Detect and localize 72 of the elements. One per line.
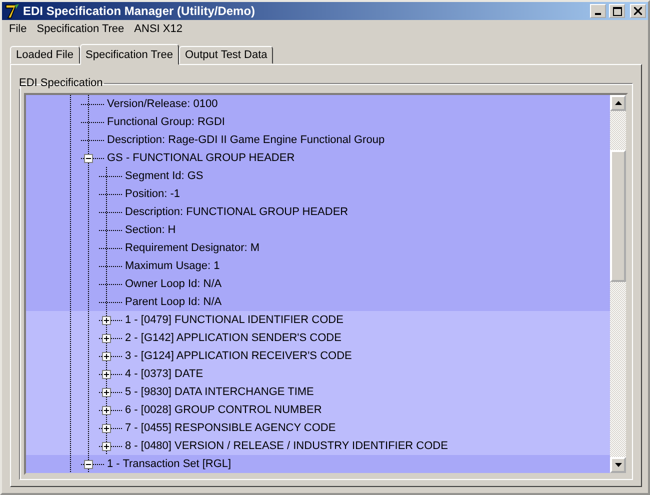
tree-item-label: Maximum Usage: 1 — [125, 260, 220, 272]
tree-item-label: 3 - [G124] APPLICATION RECEIVER'S CODE — [125, 350, 352, 362]
expand-icon[interactable] — [102, 442, 111, 451]
tree-item-label: Owner Loop Id: N/A — [125, 278, 222, 290]
up-arrow-icon — [614, 101, 622, 105]
tree-row[interactable]: GS - FUNCTIONAL GROUP HEADER — [26, 149, 610, 167]
tree-item-label: 4 - [0373] DATE — [125, 368, 204, 380]
tree-row[interactable]: Version/Release: 0100 — [26, 95, 610, 113]
tree-row[interactable]: Owner Loop Id: N/A — [26, 275, 610, 293]
scroll-down-button[interactable] — [610, 457, 626, 473]
collapse-icon[interactable] — [84, 460, 93, 469]
tree-row[interactable]: 8 - [0480] VERSION / RELEASE / INDUSTRY IDENTIFIER CODE — [26, 437, 610, 455]
scrollbar-thumb[interactable] — [610, 150, 626, 282]
expand-icon[interactable] — [102, 406, 111, 415]
tree-item-label: Parent Loop Id: N/A — [125, 296, 222, 308]
tree-item-label: Version/Release: 0100 — [107, 98, 218, 110]
maximize-icon — [612, 6, 622, 16]
tree-row[interactable]: Section: H — [26, 221, 610, 239]
tree-item-label: Requirement Designator: M — [125, 242, 260, 254]
tree-item-label: 1 - [0479] FUNCTIONAL IDENTIFIER CODE — [125, 314, 344, 326]
tree-row[interactable]: 4 - [0373] DATE — [26, 365, 610, 383]
tree-item-label: Description: Rage-GDI II Game Engine Functional Group — [107, 134, 385, 146]
tab[interactable]: Loaded File — [10, 46, 80, 64]
menu-item[interactable]: ANSI X12 — [129, 23, 188, 36]
tree-row[interactable]: 5 - [9830] DATA INTERCHANGE TIME — [26, 383, 610, 401]
tree-item-label: GS - FUNCTIONAL GROUP HEADER — [107, 152, 295, 164]
down-arrow-icon — [614, 463, 622, 467]
close-button[interactable] — [630, 4, 646, 18]
maximize-button[interactable] — [609, 4, 625, 18]
tree-item-label: Section: H — [125, 224, 176, 236]
tree-item-label: 5 - [9830] DATA INTERCHANGE TIME — [125, 386, 314, 398]
tree-row[interactable]: 1 - [0479] FUNCTIONAL IDENTIFIER CODE — [26, 311, 610, 329]
menu-item[interactable]: File — [4, 23, 32, 36]
tree-item-label: 7 - [0455] RESPONSIBLE AGENCY CODE — [125, 422, 336, 434]
tree-row[interactable]: Description: Rage-GDI II Game Engine Functional Group — [26, 131, 610, 149]
tab[interactable]: Output Test Data — [178, 46, 274, 64]
tree-item-label: 6 - [0028] GROUP CONTROL NUMBER — [125, 404, 322, 416]
minimize-button[interactable] — [590, 4, 606, 18]
tree-row[interactable]: Requirement Designator: M — [26, 239, 610, 257]
tree-item-label: Description: FUNCTIONAL GROUP HEADER — [125, 206, 348, 218]
tree-row[interactable]: Position: -1 — [26, 185, 610, 203]
tree-row[interactable]: Segment Id: GS — [26, 167, 610, 185]
tree-row[interactable]: Functional Group: RGDI — [26, 113, 610, 131]
expand-icon[interactable] — [102, 388, 111, 397]
tree-item-label: 1 - Transaction Set [RGL] — [107, 458, 232, 470]
tree-item-label: 2 - [G142] APPLICATION SENDER'S CODE — [125, 332, 342, 344]
expand-icon[interactable] — [102, 316, 111, 325]
app-logo-icon — [4, 3, 20, 20]
collapse-icon[interactable] — [84, 154, 93, 163]
scroll-up-button[interactable] — [610, 95, 626, 111]
tree-row[interactable]: 3 - [G124] APPLICATION RECEIVER'S CODE — [26, 347, 610, 365]
tree-item-label: Position: -1 — [125, 188, 180, 200]
tree-item-label: Segment Id: GS — [125, 170, 204, 182]
tree-row[interactable]: Parent Loop Id: N/A — [26, 293, 610, 311]
tab[interactable]: Specification Tree — [80, 44, 179, 65]
expand-icon[interactable] — [102, 424, 111, 433]
tree-item-label: 8 - [0480] VERSION / RELEASE / INDUSTRY IDENTIFIER CODE — [125, 440, 448, 452]
expand-icon[interactable] — [102, 370, 111, 379]
window-title: EDI Specification Manager (Utility/Demo) — [23, 4, 256, 18]
expand-icon[interactable] — [102, 334, 111, 343]
close-icon — [634, 7, 642, 16]
tree-row[interactable]: 2 - [G142] APPLICATION SENDER'S CODE — [26, 329, 610, 347]
menu-item[interactable]: Specification Tree — [32, 23, 130, 36]
tree-row[interactable]: 7 - [0455] RESPONSIBLE AGENCY CODE — [26, 419, 610, 437]
tree-item-label: Functional Group: RGDI — [107, 116, 225, 128]
tree-row[interactable]: Maximum Usage: 1 — [26, 257, 610, 275]
tree-row[interactable]: Description: FUNCTIONAL GROUP HEADER — [26, 203, 610, 221]
expand-icon[interactable] — [102, 352, 111, 361]
group-title: EDI Specification — [18, 77, 104, 89]
tree-row[interactable]: 6 - [0028] GROUP CONTROL NUMBER — [26, 401, 610, 419]
scrollbar[interactable] — [610, 95, 626, 473]
tree-row[interactable]: 1 - Transaction Set [RGL] — [26, 455, 610, 473]
